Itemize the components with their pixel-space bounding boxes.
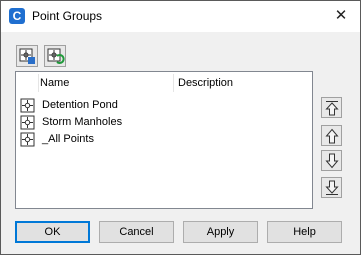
point-groups-list[interactable]: Name Description Detention Pond Storm Ma… [15, 71, 313, 209]
column-divider[interactable] [173, 74, 174, 92]
apply-button[interactable]: Apply [183, 221, 258, 243]
point-group-icon [20, 115, 35, 130]
update-button[interactable] [44, 45, 66, 67]
title-bar: C Point Groups ✕ [1, 1, 360, 32]
point-group-icon [20, 132, 35, 147]
move-to-top-button[interactable] [321, 97, 342, 118]
list-item-name: Storm Manholes [42, 116, 123, 128]
civil3d-app-icon: C [9, 8, 25, 24]
list-item-name: _All Points [42, 133, 94, 145]
close-icon: ✕ [334, 7, 348, 24]
move-up-button[interactable] [321, 125, 342, 146]
column-header-name[interactable]: Name [40, 72, 175, 94]
move-down-button[interactable] [321, 150, 342, 171]
close-button[interactable]: ✕ [332, 7, 350, 25]
list-item[interactable]: Storm Manholes [18, 114, 312, 131]
cancel-button[interactable]: Cancel [99, 221, 174, 243]
properties-button[interactable] [16, 45, 38, 67]
move-up-icon [325, 128, 339, 144]
ok-button[interactable]: OK [15, 221, 90, 243]
list-item[interactable]: _All Points [18, 131, 312, 148]
point-group-icon [20, 98, 35, 113]
list-item-name: Detention Pond [42, 99, 118, 111]
move-to-bottom-icon [325, 180, 339, 195]
point-groups-dialog: C Point Groups ✕ Name Description Detent… [0, 0, 361, 255]
move-down-icon [325, 153, 339, 169]
column-divider [38, 74, 39, 92]
point-group-properties-icon [19, 48, 35, 64]
move-to-bottom-button[interactable] [321, 177, 342, 198]
column-header-description[interactable]: Description [178, 72, 308, 94]
dialog-title: Point Groups [32, 9, 103, 23]
point-group-update-icon [47, 48, 65, 64]
move-to-top-icon [325, 101, 339, 116]
help-button[interactable]: Help [267, 221, 342, 243]
list-item[interactable]: Detention Pond [18, 97, 312, 114]
